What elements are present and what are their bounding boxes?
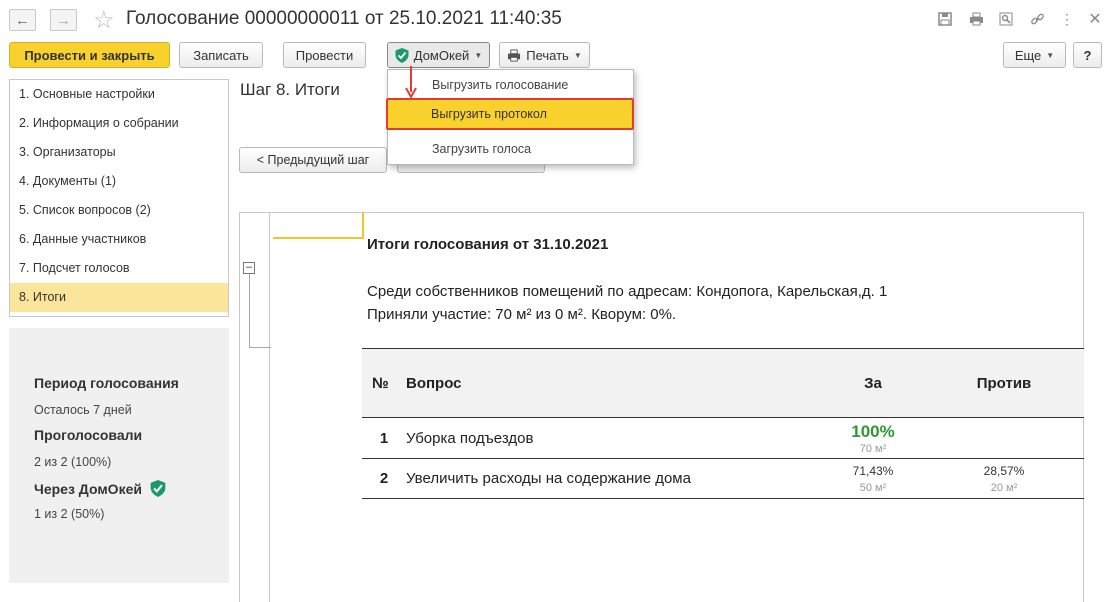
sidebar-item-documents[interactable]: 4. Документы (1) [10, 167, 228, 196]
more-vertical-icon[interactable]: ⋮ [1058, 10, 1076, 28]
sidebar-item-questions[interactable]: 5. Список вопросов (2) [10, 196, 228, 225]
voted-value: 2 из 2 (100%) [34, 455, 112, 469]
domokey-shield-icon [395, 47, 409, 63]
for-area: 70 м² [859, 442, 887, 455]
post-and-close-button[interactable]: Провести и закрыть [9, 42, 170, 68]
menu-item-export-voting[interactable]: Выгрузить голосование [432, 78, 568, 92]
voting-stats-panel: Период голосования Осталось 7 дней Прого… [9, 328, 229, 583]
row-gutter [269, 212, 270, 602]
header-question: Вопрос [402, 348, 822, 418]
chevron-down-icon: ▼ [1046, 50, 1055, 60]
sidebar-item-participants[interactable]: 6. Данные участников [10, 225, 228, 254]
active-cell[interactable] [273, 212, 364, 239]
more-label: Еще [1014, 47, 1042, 63]
via-label: Через ДомОкей [34, 480, 142, 497]
post-and-close-label: Провести и закрыть [24, 47, 155, 63]
annotation-arrow-icon [405, 66, 417, 100]
results-table: № Вопрос За Против 1 Уборка подъездов 10… [362, 348, 1084, 499]
for-percent: 71,43% [852, 463, 894, 478]
step-title: Шаг 8. Итоги [240, 80, 340, 99]
save-icon[interactable] [936, 10, 954, 28]
sidebar-item-basic-settings[interactable]: 1. Основные настройки [10, 80, 228, 109]
sidebar-item-vote-count[interactable]: 7. Подсчет голосов [10, 254, 228, 283]
period-value: Осталось 7 дней [34, 403, 132, 417]
close-icon[interactable]: ✕ [1086, 10, 1104, 28]
header-for: За [822, 348, 924, 418]
printer-icon [508, 48, 521, 62]
table-row: 1 Уборка подъездов 100% 70 м² [362, 417, 1084, 459]
row-against: 28,57% 20 м² [924, 458, 1084, 499]
for-area: 50 м² [859, 481, 887, 494]
chevron-down-icon: ▼ [474, 50, 483, 60]
arrow-left-icon: ← [15, 11, 30, 29]
row-num: 2 [362, 458, 402, 499]
post-button[interactable]: Провести [283, 42, 366, 68]
domokey-label: ДомОкей [413, 47, 470, 63]
print-menu-button[interactable]: Печать ▼ [499, 42, 590, 68]
star-icon[interactable]: ☆ [93, 6, 115, 35]
arrow-right-icon: → [56, 11, 71, 29]
more-button[interactable]: Еще ▼ [1003, 42, 1066, 68]
post-label: Провести [295, 47, 354, 63]
report-addresses: Среди собственников помещений по адресам… [367, 283, 888, 300]
row-against [924, 417, 1084, 459]
row-for: 71,43% 50 м² [822, 458, 924, 499]
row-question: Уборка подъездов [402, 417, 822, 459]
forward-button[interactable]: → [50, 9, 77, 31]
steps-sidebar: 1. Основные настройки 2. Информация о со… [9, 79, 229, 317]
report-title: Итоги голосования от 31.10.2021 [367, 236, 609, 253]
chevron-down-icon: ▼ [573, 50, 582, 60]
against-area: 20 м² [990, 481, 1018, 494]
report-participation: Приняли участие: 70 м² из 0 м². Кворум: … [367, 306, 677, 323]
back-button[interactable]: ← [9, 9, 36, 31]
print-label: Печать [526, 47, 569, 63]
for-percent: 100% [851, 421, 895, 441]
window-title: Голосование 00000000011 от 25.10.2021 11… [126, 8, 562, 29]
voted-label: Проголосовали [34, 427, 143, 443]
via-value: 1 из 2 (50%) [34, 507, 105, 521]
table-header-row: № Вопрос За Против [362, 348, 1084, 418]
via-domokey-heading: Через ДомОкей [34, 480, 166, 497]
print-icon[interactable] [967, 10, 985, 28]
sidebar-item-results[interactable]: 8. Итоги [10, 283, 228, 312]
against-percent: 28,57% [983, 463, 1025, 478]
group-bracket [249, 274, 271, 348]
write-button[interactable]: Записать [179, 42, 263, 68]
table-row: 2 Увеличить расходы на содержание дома 7… [362, 458, 1084, 499]
search-icon[interactable] [997, 10, 1015, 28]
help-label: ? [1083, 47, 1092, 63]
sidebar-item-meeting-info[interactable]: 2. Информация о собрании [10, 109, 228, 138]
header-num: № [362, 348, 402, 418]
link-icon[interactable] [1028, 10, 1046, 28]
previous-step-button[interactable]: < Предыдущий шаг [239, 147, 387, 173]
menu-item-import-votes[interactable]: Загрузить голоса [432, 142, 531, 156]
collapse-group-icon[interactable]: – [243, 262, 255, 274]
domokey-shield-icon [150, 480, 166, 497]
write-label: Записать [193, 47, 249, 63]
menu-item-export-protocol[interactable]: Выгрузить протокол [386, 98, 634, 130]
sidebar-item-organizers[interactable]: 3. Организаторы [10, 138, 228, 167]
help-button[interactable]: ? [1073, 42, 1102, 68]
header-against: Против [924, 348, 1084, 418]
row-num: 1 [362, 417, 402, 459]
period-label: Период голосования [34, 375, 179, 391]
menu-item-export-protocol-label: Выгрузить протокол [431, 107, 547, 121]
row-for: 100% 70 м² [822, 417, 924, 459]
row-question: Увеличить расходы на содержание дома [402, 458, 822, 499]
